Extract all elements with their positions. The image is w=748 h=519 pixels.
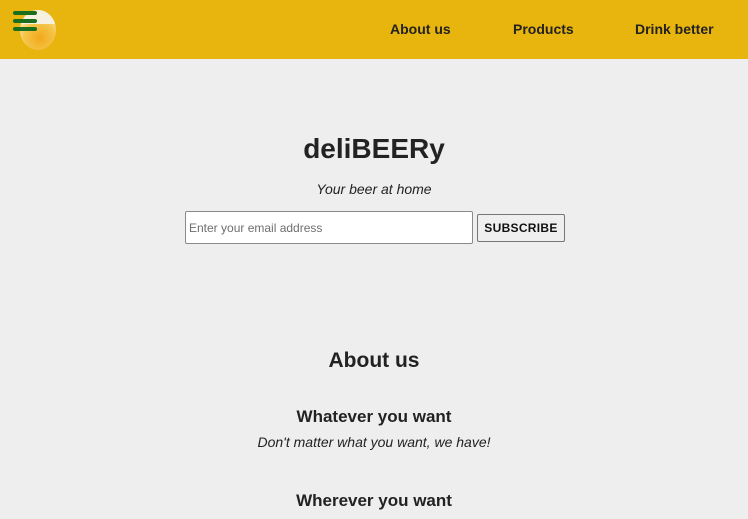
- nav-link-about-us[interactable]: About us: [390, 21, 451, 37]
- menu-bar: [13, 27, 37, 31]
- email-input[interactable]: [185, 211, 473, 244]
- menu-bar: [13, 11, 37, 15]
- nav-link-products[interactable]: Products: [513, 21, 574, 37]
- about-us-heading: About us: [328, 349, 420, 372]
- menu-bar: [13, 19, 37, 23]
- feature-text: Don't matter what you want, we have!: [257, 434, 491, 450]
- tagline: Your beer at home: [316, 181, 432, 197]
- brand-title: deliBEERy: [303, 133, 445, 164]
- nav-link-drink-better[interactable]: Drink better: [635, 21, 714, 37]
- logo-area: [10, 6, 58, 50]
- feature-title: Whatever you want: [296, 407, 452, 426]
- site-header: About us Products Drink better: [0, 0, 748, 59]
- page: About us Products Drink better deliBEERy…: [0, 0, 748, 519]
- feature-title: Wherever you want: [296, 491, 452, 510]
- subscribe-button[interactable]: SUBSCRIBE: [477, 214, 565, 242]
- hamburger-menu-icon[interactable]: [13, 11, 37, 31]
